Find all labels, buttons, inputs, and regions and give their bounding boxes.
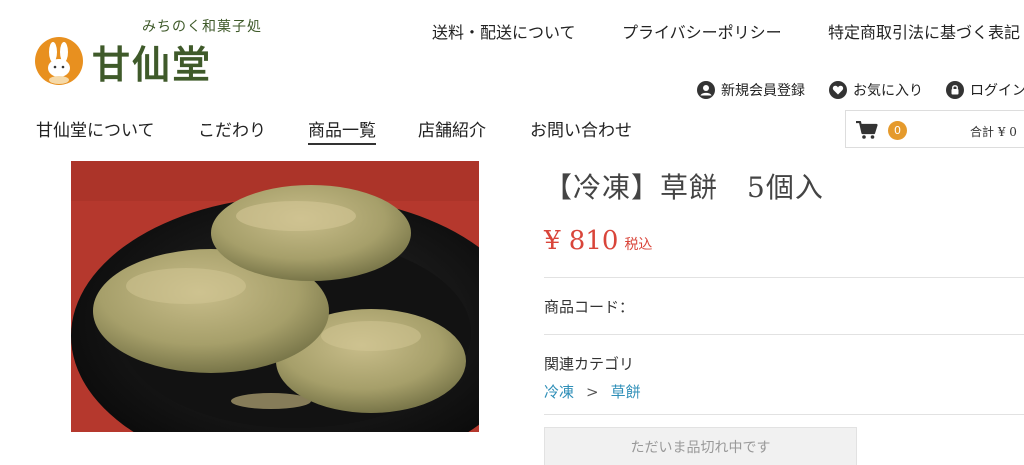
nav-products[interactable]: 商品一覧 [308,116,376,145]
register-link[interactable]: 新規会員登録 [697,80,805,100]
cart-icon [856,121,878,139]
breadcrumb-separator: > [586,383,599,401]
favorites-label: お気に入り [853,83,923,99]
nav-commitment[interactable]: こだわり [198,116,266,141]
category-frozen-link[interactable]: 冷凍 [544,383,574,401]
register-label: 新規会員登録 [721,83,805,99]
user-icon [697,81,715,99]
login-label: ログイン [970,83,1024,99]
divider [544,334,1024,335]
nav-contact[interactable]: お問い合わせ [530,116,632,141]
product-code-label: 商品コード： [544,298,635,316]
favorites-link[interactable]: お気に入り [829,80,923,100]
tax-label: 税込 [624,237,653,253]
logo-tagline: みちのく和菓子処 [142,19,262,35]
product-image [71,161,479,432]
price-amount: ¥ 810 [544,226,619,256]
privacy-policy-link[interactable]: プライバシーポリシー [622,19,782,43]
category-kusamochi-link[interactable]: 草餅 [611,383,641,401]
cart-count-badge: 0 [888,121,907,140]
shipping-link[interactable]: 送料・配送について [432,19,576,43]
cart-summary[interactable]: 0 合計 ¥ 0 [845,110,1024,148]
category-breadcrumb: 冷凍 > 草餅 [544,381,641,402]
related-category-label: 関連カテゴリ [544,355,635,373]
rabbit-logo-icon [35,37,83,85]
login-link[interactable]: ログイン [946,80,1024,100]
nav-about[interactable]: 甘仙堂について [36,116,155,141]
sold-out-button[interactable]: ただいま品切れ中です [544,427,857,465]
divider [544,277,1024,278]
nav-stores[interactable]: 店舗紹介 [418,116,486,141]
product-title: 【冷凍】草餅 5個入 [544,171,824,204]
logo-name: 甘仙堂 [92,42,213,87]
heart-icon [829,81,847,99]
product-price: ¥ 810 税込 [544,226,652,256]
divider [544,414,1024,415]
legal-notice-link[interactable]: 特定商取引法に基づく表記 [828,19,1020,43]
site-logo[interactable]: みちのく和菓子処 甘仙堂 [34,14,294,87]
lock-icon [946,81,964,99]
cart-total: 合計 ¥ 0 [970,125,1017,139]
